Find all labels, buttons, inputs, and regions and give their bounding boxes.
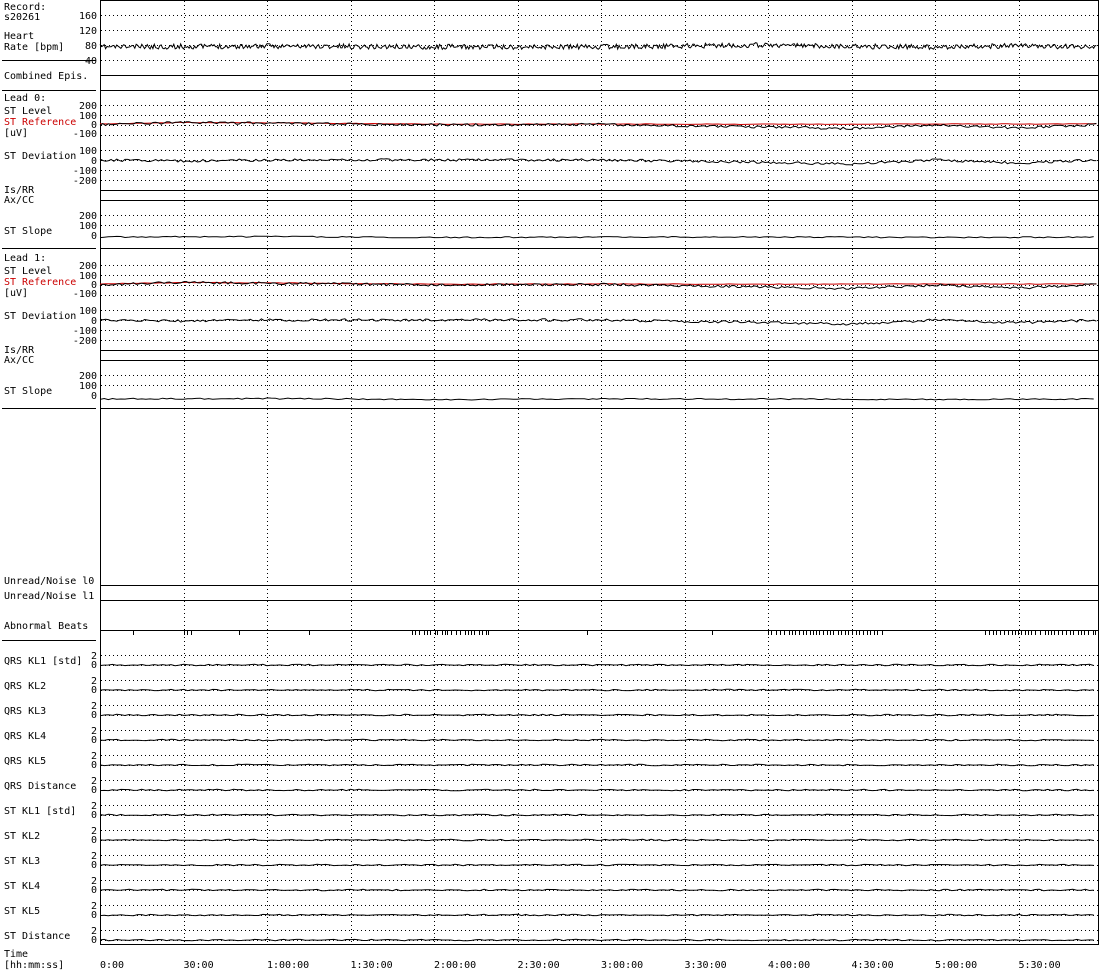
lead0-st-deviation-trace: [99, 158, 1097, 166]
hr-tick-label: 40: [85, 56, 97, 67]
heart-rate-trace: [99, 42, 1097, 51]
kl-track-label: ST KL2: [4, 831, 40, 842]
kl-tick-label: 0: [91, 760, 97, 771]
lead0-ax-cc-label: Ax/CC: [4, 195, 34, 206]
kl-track-label: ST KL4: [4, 881, 40, 892]
time-tick-label: 1:00:00: [267, 960, 309, 970]
kl-tick-label: 0: [91, 810, 97, 821]
kl-trace: [99, 913, 1094, 917]
lead0-st-level-label: ST Level: [4, 106, 52, 117]
hr-tick-label: 120: [79, 26, 97, 37]
lead1-slope-tick: 0: [91, 391, 97, 402]
kl-tick-label: 0: [91, 660, 97, 671]
kl-trace: [99, 738, 1094, 742]
plot-frame: [100, 0, 1099, 945]
lead1-deviation-tick: -200: [73, 336, 97, 347]
time-tick-labels: 0:00 30:00 1:00:00 1:30:00 2:00:00 2:30:00 3:0…: [100, 960, 1061, 970]
lead1-st-deviation-trace: [99, 318, 1097, 326]
kl-tick-label: 0: [91, 785, 97, 796]
time-tick-label: 4:00:00: [768, 960, 810, 970]
kl-track-label: QRS KL1 [std]: [4, 656, 82, 667]
time-tick-label: 1:30:00: [351, 960, 393, 970]
lead0-slope-tick: 0: [91, 231, 97, 242]
heart-rate-label-line1: Heart: [4, 31, 34, 42]
time-tick-label: 2:30:00: [518, 960, 560, 970]
lead0-st-slope-trace: [99, 235, 1094, 239]
kl-tick-label: 0: [91, 910, 97, 921]
lead1-ax-cc-label: Ax/CC: [4, 355, 34, 366]
kl-track-label: QRS KL2: [4, 681, 46, 692]
kl-track-label: QRS KL4: [4, 731, 46, 742]
kl-trace: [99, 863, 1094, 867]
kl-track-label: QRS Distance: [4, 781, 76, 792]
kl-trace: [99, 938, 1094, 942]
unread-noise-0-label: Unread/Noise l0: [4, 576, 94, 587]
hr-tick-label: 80: [85, 41, 97, 52]
kl-tick-label: 0: [91, 685, 97, 696]
time-axis-label-line2: [hh:mm:ss]: [4, 960, 64, 970]
kl-tick-label: 0: [91, 735, 97, 746]
kl-tick-label: 0: [91, 710, 97, 721]
time-tick-label: 5:00:00: [935, 960, 977, 970]
kl-track-label: ST KL3: [4, 856, 40, 867]
lead1-level-tick: -100: [73, 289, 97, 300]
time-axis-label-line1: Time: [4, 949, 28, 960]
hr-tick-label: 160: [79, 11, 97, 22]
kl-tick-label: 0: [91, 935, 97, 946]
lead0-st-slope-label: ST Slope: [4, 226, 52, 237]
time-tick-label: 5:30:00: [1019, 960, 1061, 970]
abnormal-beats-label: Abnormal Beats: [4, 621, 88, 632]
kl-track-label: QRS KL3: [4, 706, 46, 717]
lead1-st-deviation-label: ST Deviation: [4, 311, 76, 322]
kl-track-label: ST KL5: [4, 906, 40, 917]
lead1-st-slope-trace: [99, 397, 1094, 401]
lead0-level-tick: -100: [73, 129, 97, 140]
kl-track-label: QRS KL5: [4, 756, 46, 767]
unread-noise-1-label: Unread/Noise l1: [4, 591, 94, 602]
time-tick-label: 4:30:00: [852, 960, 894, 970]
lead0-st-reference-label: ST Reference: [4, 117, 76, 128]
lead1-st-level-label: ST Level: [4, 266, 52, 277]
time-tick-label: 2:00:00: [434, 960, 476, 970]
lead1-title: Lead 1:: [4, 253, 46, 264]
lead0-deviation-tick: -200: [73, 176, 97, 187]
kl-tick-label: 0: [91, 835, 97, 846]
lead0-title: Lead 0:: [4, 93, 46, 104]
time-tick-label: 0:00: [100, 960, 124, 970]
kl-track-label: ST Distance: [4, 931, 70, 942]
combined-episodes-label: Combined Epis.: [4, 71, 88, 82]
st-trend-chart: Record: s20261 Heart Rate [bpm] 160 120 …: [2, 0, 1099, 970]
time-tick-label: 30:00: [184, 960, 214, 970]
kl-track-label: ST KL1 [std]: [4, 806, 76, 817]
heart-rate-label-line2: Rate [bpm]: [4, 42, 64, 53]
kl-trace: [99, 788, 1094, 792]
kl-tick-label: 0: [91, 860, 97, 871]
record-id: s20261: [4, 12, 40, 23]
lead1-st-reference-label: ST Reference: [4, 277, 76, 288]
lead0-st-deviation-label: ST Deviation: [4, 151, 76, 162]
lead0-unit-label: [uV]: [4, 128, 28, 139]
lead1-st-slope-label: ST Slope: [4, 386, 52, 397]
panel-frames: [2, 0, 1099, 945]
kl-tick-labels: 202020202020202020202020: [91, 651, 97, 946]
kl-tick-label: 0: [91, 885, 97, 896]
lead1-unit-label: [uV]: [4, 288, 28, 299]
time-tick-label: 3:00:00: [601, 960, 643, 970]
time-tick-label: 3:30:00: [685, 960, 727, 970]
grid-lines: [101, 1, 1098, 944]
